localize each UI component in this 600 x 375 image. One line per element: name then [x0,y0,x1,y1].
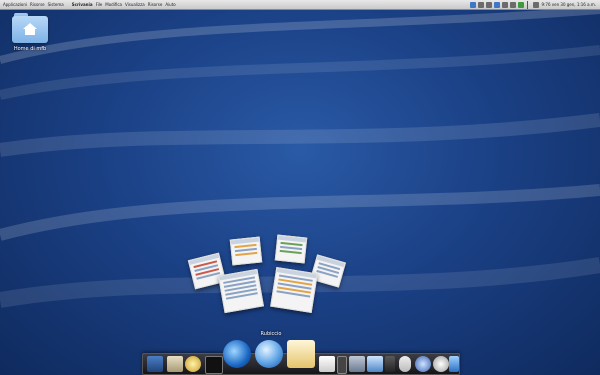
battery-icon[interactable] [517,1,524,8]
globe-icon[interactable] [255,340,283,368]
rabbit-icon[interactable] [399,356,411,372]
menu-app-title[interactable]: Scrivania [72,0,93,9]
window-thumbnail[interactable] [270,266,318,314]
music-icon[interactable] [415,356,431,372]
calendar-icon[interactable] [319,356,335,372]
search-icon[interactable] [469,1,476,8]
settings-icon[interactable] [433,356,449,372]
media-icon[interactable] [349,356,365,372]
wallpaper [0,6,600,308]
disc-icon[interactable] [185,356,201,372]
clock[interactable]: 9:76 ven 30 gen, 1:16 a.m. [542,0,596,9]
menu-risorse[interactable]: Risorse [30,0,45,9]
menu-aiuto[interactable]: Aiuto [165,0,175,9]
window-icon[interactable] [501,1,508,8]
console-icon[interactable] [205,356,223,374]
top-panel: Applicazioni Risorse Sistema Scrivania F… [0,0,600,10]
dock [142,340,460,375]
chat-icon[interactable] [493,1,500,8]
window-thumbnail[interactable] [274,234,308,264]
folder-icon [12,13,48,43]
menu-risorse-2[interactable]: Risorse [148,0,163,9]
volume-icon[interactable] [532,1,539,8]
window-thumbnail[interactable] [229,236,263,266]
menu-visualizza[interactable]: Visualizza [125,0,145,9]
menu-sistema[interactable]: Sistema [48,0,64,9]
mail-icon[interactable] [287,340,315,368]
window-thumbnail[interactable] [218,268,264,314]
dock-hover-label: Rubiccio [260,331,282,337]
browser-swirl-icon[interactable] [223,340,251,368]
menu-modifica[interactable]: Modifica [105,0,122,9]
phone-icon[interactable] [337,356,347,374]
trash-icon[interactable] [385,356,395,372]
home-folder-label: Home di mfb [13,46,47,52]
terminal-icon[interactable] [147,356,163,372]
archive-icon[interactable] [167,356,183,372]
photos-icon[interactable] [367,356,383,372]
menu-applicazioni[interactable]: Applicazioni [3,0,27,9]
network-icon[interactable] [477,1,484,8]
monitor-icon[interactable] [509,1,516,8]
home-folder-icon[interactable]: Home di mfb [8,13,52,52]
info-icon[interactable] [485,1,492,8]
edit-icon[interactable] [449,356,459,372]
menu-file[interactable]: File [96,0,103,9]
